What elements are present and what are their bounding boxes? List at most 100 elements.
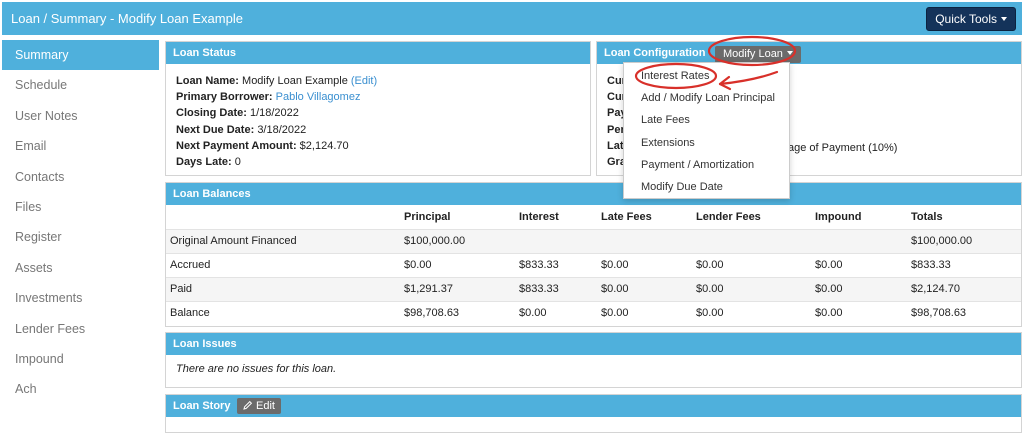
table-cell: $0.00 (696, 307, 724, 320)
closing-date-row: Closing Date: 1/18/2022 (176, 105, 580, 121)
loan-story-title: Loan Story (173, 400, 231, 412)
sidebar-item-contacts[interactable]: Contacts (2, 162, 159, 192)
sidebar-item-schedule[interactable]: Schedule (2, 70, 159, 100)
loan-issues-message: There are no issues for this loan. (176, 363, 337, 375)
days-late-label: Days Late: (176, 156, 232, 169)
loan-balances-header: Loan Balances (166, 183, 1021, 205)
menu-item-modify-due-date[interactable]: Modify Due Date (624, 176, 789, 198)
sidebar-item-impound[interactable]: Impound (2, 344, 159, 374)
balances-table: Principal Interest Late Fees Lender Fees… (166, 205, 1021, 325)
sidebar-item-ach[interactable]: Ach (2, 374, 159, 404)
loan-status-body: Loan Name: Modify Loan Example (Edit) Pr… (166, 64, 590, 179)
modify-loan-button[interactable]: Modify Loan (715, 46, 801, 63)
table-cell: $100,000.00 (404, 235, 466, 247)
loan-name-label: Loan Name: (176, 75, 239, 87)
loan-story-panel: Loan Story Edit (165, 394, 1022, 433)
table-cell: $98,708.63 (911, 307, 967, 320)
primary-borrower-label: Primary Borrower: (176, 91, 273, 104)
sidebar-item-user-notes[interactable]: User Notes (2, 101, 159, 131)
days-late-value: 0 (234, 156, 241, 169)
next-due-label: Next Due Date: (176, 123, 255, 136)
table-cell: $0.00 (815, 307, 843, 320)
edit-story-button[interactable]: Edit (237, 398, 281, 414)
loan-issues-panel: Loan Issues There are no issues for this… (165, 332, 1022, 388)
table-cell: $0.00 (696, 283, 724, 295)
table-cell: $98,708.63 (404, 307, 460, 320)
edit-story-label: Edit (256, 400, 275, 412)
top-bar: Loan / Summary - Modify Loan Example Qui… (2, 2, 1022, 35)
table-cell: $0.00 (519, 307, 547, 320)
table-cell: $833.33 (911, 259, 951, 271)
edit-loan-name-link[interactable]: (Edit) (351, 75, 377, 87)
table-cell (811, 229, 907, 253)
table-cell: Paid (170, 283, 193, 295)
table-cell: $0.00 (601, 259, 629, 271)
table-cell: $0.00 (404, 259, 432, 271)
table-cell: Accrued (170, 259, 211, 271)
loan-story-header: Loan Story Edit (166, 395, 1021, 417)
loan-config-title: Loan Configuration (604, 47, 706, 59)
caret-down-icon (1001, 17, 1007, 21)
table-cell: $833.33 (519, 259, 559, 271)
page-title: Loan / Summary - Modify Loan Example (11, 11, 243, 26)
table-cell: $0.00 (815, 259, 843, 271)
table-cell: $0.00 (815, 283, 843, 295)
next-payment-label: Next Payment Amount: (176, 139, 297, 152)
table-cell (692, 229, 811, 253)
menu-item-modify-principal[interactable]: Add / Modify Loan Principal (624, 87, 789, 109)
quick-tools-button[interactable]: Quick Tools (926, 7, 1016, 31)
menu-item-extensions[interactable]: Extensions (624, 132, 789, 154)
menu-item-late-fees[interactable]: Late Fees (624, 109, 789, 131)
table-cell (597, 229, 692, 253)
loan-balances-panel: Loan Balances Principal Interest Late Fe… (165, 182, 1022, 327)
loan-name-row: Loan Name: Modify Loan Example (Edit) (176, 73, 580, 89)
table-row: Accrued $0.00 $833.33 $0.00 $0.00 $0.00 … (166, 253, 1021, 277)
loan-issues-header: Loan Issues (166, 333, 1021, 355)
next-due-value: 3/18/2022 (257, 123, 307, 136)
primary-borrower-link[interactable]: Pablo Villagomez (276, 91, 361, 103)
sidebar-item-email[interactable]: Email (2, 131, 159, 161)
pencil-icon (243, 400, 253, 410)
quick-tools-label: Quick Tools (935, 12, 997, 26)
sidebar-item-investments[interactable]: Investments (2, 283, 159, 313)
table-row: Paid $1,291.37 $833.33 $0.00 $0.00 $0.00… (166, 277, 1021, 301)
table-cell: $2,124.70 (911, 283, 960, 295)
modify-loan-menu: Interest Rates Add / Modify Loan Princip… (623, 62, 790, 200)
sidebar-item-register[interactable]: Register (2, 222, 159, 252)
table-cell: Original Amount Financed (170, 235, 297, 247)
next-due-row: Next Due Date: 3/18/2022 (176, 122, 580, 138)
menu-item-interest-rates[interactable]: Interest Rates (624, 65, 789, 87)
loan-name-value: Modify Loan Example (242, 75, 348, 87)
column-header: Totals (911, 210, 943, 223)
menu-item-payment-amortization[interactable]: Payment / Amortization (624, 154, 789, 176)
table-cell: $0.00 (601, 307, 629, 320)
sidebar-item-summary[interactable]: Summary (2, 40, 159, 71)
table-cell: $0.00 (696, 259, 724, 271)
table-cell (515, 229, 597, 253)
sidebar-item-files[interactable]: Files (2, 192, 159, 222)
next-payment-row: Next Payment Amount: $2,124.70 (176, 138, 580, 154)
table-row: Original Amount Financed $100,000.00 $10… (166, 229, 1021, 253)
table-cell: $0.00 (601, 283, 629, 295)
column-header: Impound (815, 210, 862, 223)
column-header: Lender Fees (696, 210, 761, 223)
closing-date-value: 1/18/2022 (249, 107, 299, 120)
table-row: Balance $98,708.63 $0.00 $0.00 $0.00 $0.… (166, 301, 1021, 325)
table-cell: $100,000.00 (911, 235, 973, 247)
loan-status-header: Loan Status (166, 42, 590, 64)
late-fee-value-fragment: age of Payment (10%) (788, 142, 898, 154)
loan-status-panel: Loan Status Loan Name: Modify Loan Examp… (165, 41, 591, 176)
column-header (166, 205, 400, 229)
table-header-row: Principal Interest Late Fees Lender Fees… (166, 205, 1021, 229)
sidebar-item-assets[interactable]: Assets (2, 253, 159, 283)
modify-loan-label: Modify Loan (723, 48, 783, 60)
days-late-row: Days Late: 0 (176, 154, 580, 170)
sidebar-item-lender-fees[interactable]: Lender Fees (2, 314, 159, 344)
primary-borrower-row: Primary Borrower: Pablo Villagomez (176, 89, 580, 105)
caret-down-icon (786, 51, 793, 55)
column-header: Interest (519, 210, 559, 223)
table-cell: $833.33 (519, 283, 559, 295)
column-header: Principal (404, 210, 451, 223)
closing-date-label: Closing Date: (176, 107, 247, 120)
table-cell: $1,291.37 (404, 283, 453, 295)
